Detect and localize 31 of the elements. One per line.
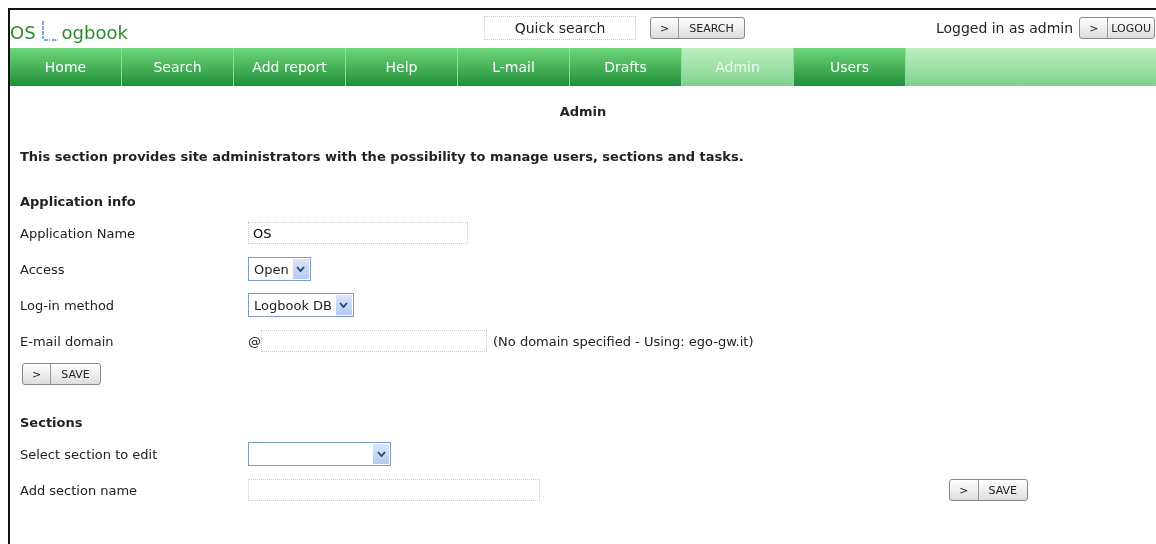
logo-text: ogbook — [61, 22, 128, 43]
domain-note: (No domain specified - Using: ego-gw.it) — [493, 333, 754, 349]
field-label: Select section to edit — [20, 446, 159, 462]
field-label: Application Name — [20, 225, 137, 241]
section-heading: Sections — [20, 415, 84, 430]
logo-text: OS — [10, 22, 36, 43]
quick-search-field[interactable]: Quick search — [484, 16, 636, 40]
section-name-field[interactable] — [248, 479, 540, 501]
login-status: Logged in as admin — [935, 20, 1074, 36]
logout-button[interactable]: > LOGOU — [1079, 17, 1155, 39]
dropdown[interactable]: Logbook DB — [248, 293, 354, 317]
section-dropdown[interactable] — [248, 442, 391, 466]
field-label: Add section name — [20, 482, 139, 498]
search-button[interactable]: > SEARCH — [650, 17, 745, 39]
field-label: Log-in method — [20, 297, 116, 313]
field-label: Access — [20, 261, 66, 277]
at-sign: @ — [248, 333, 261, 349]
page-title: Admin — [558, 104, 608, 119]
dropdown[interactable]: Open — [248, 257, 311, 281]
chevron-down-icon — [296, 266, 306, 272]
bracket-icon — [39, 19, 60, 43]
email-domain-field[interactable] — [261, 330, 487, 352]
field-label: E-mail domain — [20, 333, 115, 349]
save-button[interactable]: > SAVE — [949, 479, 1028, 501]
section-heading: Application info — [20, 194, 137, 209]
intro-text: This section provides site administrators with the possibility to manage users, sections and tasks. — [20, 149, 745, 164]
text-field[interactable]: OS — [248, 222, 468, 244]
chevron-down-icon — [339, 302, 349, 308]
nav-tab[interactable]: Admin — [682, 48, 794, 86]
chevron-down-icon — [376, 451, 386, 457]
save-button[interactable]: > SAVE — [22, 363, 101, 385]
